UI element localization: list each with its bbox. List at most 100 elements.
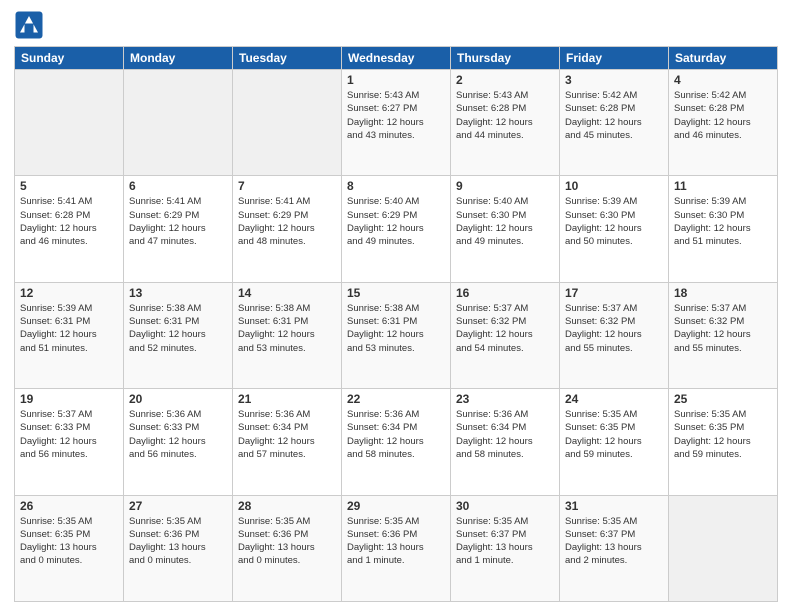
day-number: 1 xyxy=(347,73,445,87)
week-row-3: 12 Sunrise: 5:39 AM Sunset: 6:31 PM Dayli… xyxy=(15,282,778,388)
day-info: Sunrise: 5:35 AM Sunset: 6:35 PM Dayligh… xyxy=(20,515,118,568)
calendar-cell: 30 Sunrise: 5:35 AM Sunset: 6:37 PM Dayli… xyxy=(451,495,560,601)
day-number: 10 xyxy=(565,179,663,193)
calendar-cell: 2 Sunrise: 5:43 AM Sunset: 6:28 PM Daylig… xyxy=(451,70,560,176)
logo xyxy=(14,10,48,40)
day-number: 5 xyxy=(20,179,118,193)
day-info: Sunrise: 5:40 AM Sunset: 6:29 PM Dayligh… xyxy=(347,195,445,248)
calendar: SundayMondayTuesdayWednesdayThursdayFrid… xyxy=(14,46,778,602)
day-number: 6 xyxy=(129,179,227,193)
day-number: 18 xyxy=(674,286,772,300)
day-info: Sunrise: 5:41 AM Sunset: 6:29 PM Dayligh… xyxy=(238,195,336,248)
day-number: 23 xyxy=(456,392,554,406)
weekday-header-row: SundayMondayTuesdayWednesdayThursdayFrid… xyxy=(15,47,778,70)
calendar-cell: 28 Sunrise: 5:35 AM Sunset: 6:36 PM Dayli… xyxy=(233,495,342,601)
calendar-cell: 5 Sunrise: 5:41 AM Sunset: 6:28 PM Daylig… xyxy=(15,176,124,282)
calendar-cell: 16Sunrise: 5:37 AM Sunset: 6:32 PM Dayli… xyxy=(451,282,560,388)
calendar-cell: 21 Sunrise: 5:36 AM Sunset: 6:34 PM Dayli… xyxy=(233,389,342,495)
calendar-cell: 14 Sunrise: 5:38 AM Sunset: 6:31 PM Dayli… xyxy=(233,282,342,388)
calendar-cell: 9Sunrise: 5:40 AM Sunset: 6:30 PM Daylig… xyxy=(451,176,560,282)
day-info: Sunrise: 5:35 AM Sunset: 6:37 PM Dayligh… xyxy=(456,515,554,568)
day-number: 13 xyxy=(129,286,227,300)
day-info: Sunrise: 5:42 AM Sunset: 6:28 PM Dayligh… xyxy=(565,89,663,142)
weekday-header-sunday: Sunday xyxy=(15,47,124,70)
day-number: 4 xyxy=(674,73,772,87)
day-number: 29 xyxy=(347,499,445,513)
calendar-cell: 17Sunrise: 5:37 AM Sunset: 6:32 PM Dayli… xyxy=(560,282,669,388)
day-info: Sunrise: 5:41 AM Sunset: 6:28 PM Dayligh… xyxy=(20,195,118,248)
day-number: 8 xyxy=(347,179,445,193)
calendar-cell: 20Sunrise: 5:36 AM Sunset: 6:33 PM Dayli… xyxy=(124,389,233,495)
week-row-1: 1Sunrise: 5:43 AM Sunset: 6:27 PM Daylig… xyxy=(15,70,778,176)
calendar-cell xyxy=(233,70,342,176)
calendar-cell xyxy=(124,70,233,176)
calendar-cell: 1Sunrise: 5:43 AM Sunset: 6:27 PM Daylig… xyxy=(342,70,451,176)
calendar-cell: 23 Sunrise: 5:36 AM Sunset: 6:34 PM Dayli… xyxy=(451,389,560,495)
week-row-2: 5 Sunrise: 5:41 AM Sunset: 6:28 PM Daylig… xyxy=(15,176,778,282)
day-number: 22 xyxy=(347,392,445,406)
day-info: Sunrise: 5:38 AM Sunset: 6:31 PM Dayligh… xyxy=(238,302,336,355)
calendar-cell xyxy=(15,70,124,176)
calendar-cell: 8 Sunrise: 5:40 AM Sunset: 6:29 PM Daylig… xyxy=(342,176,451,282)
calendar-cell: 26Sunrise: 5:35 AM Sunset: 6:35 PM Dayli… xyxy=(15,495,124,601)
day-number: 3 xyxy=(565,73,663,87)
day-info: Sunrise: 5:35 AM Sunset: 6:36 PM Dayligh… xyxy=(238,515,336,568)
day-info: Sunrise: 5:40 AM Sunset: 6:30 PM Dayligh… xyxy=(456,195,554,248)
calendar-cell: 10 Sunrise: 5:39 AM Sunset: 6:30 PM Dayli… xyxy=(560,176,669,282)
day-info: Sunrise: 5:35 AM Sunset: 6:37 PM Dayligh… xyxy=(565,515,663,568)
day-number: 28 xyxy=(238,499,336,513)
calendar-cell: 12 Sunrise: 5:39 AM Sunset: 6:31 PM Dayli… xyxy=(15,282,124,388)
day-info: Sunrise: 5:39 AM Sunset: 6:30 PM Dayligh… xyxy=(565,195,663,248)
day-number: 25 xyxy=(674,392,772,406)
calendar-cell: 3 Sunrise: 5:42 AM Sunset: 6:28 PM Daylig… xyxy=(560,70,669,176)
calendar-cell: 25Sunrise: 5:35 AM Sunset: 6:35 PM Dayli… xyxy=(669,389,778,495)
calendar-cell: 24 Sunrise: 5:35 AM Sunset: 6:35 PM Dayli… xyxy=(560,389,669,495)
calendar-cell: 4 Sunrise: 5:42 AM Sunset: 6:28 PM Daylig… xyxy=(669,70,778,176)
day-number: 15 xyxy=(347,286,445,300)
day-number: 24 xyxy=(565,392,663,406)
day-info: Sunrise: 5:36 AM Sunset: 6:34 PM Dayligh… xyxy=(238,408,336,461)
calendar-cell: 22 Sunrise: 5:36 AM Sunset: 6:34 PM Dayli… xyxy=(342,389,451,495)
weekday-header-friday: Friday xyxy=(560,47,669,70)
day-info: Sunrise: 5:38 AM Sunset: 6:31 PM Dayligh… xyxy=(129,302,227,355)
calendar-cell: 6 Sunrise: 5:41 AM Sunset: 6:29 PM Daylig… xyxy=(124,176,233,282)
weekday-header-thursday: Thursday xyxy=(451,47,560,70)
header xyxy=(14,10,778,40)
day-number: 21 xyxy=(238,392,336,406)
day-number: 12 xyxy=(20,286,118,300)
day-number: 30 xyxy=(456,499,554,513)
day-number: 19 xyxy=(20,392,118,406)
day-number: 2 xyxy=(456,73,554,87)
calendar-cell: 27Sunrise: 5:35 AM Sunset: 6:36 PM Dayli… xyxy=(124,495,233,601)
main-container: SundayMondayTuesdayWednesdayThursdayFrid… xyxy=(0,0,792,612)
calendar-cell: 7Sunrise: 5:41 AM Sunset: 6:29 PM Daylig… xyxy=(233,176,342,282)
day-info: Sunrise: 5:38 AM Sunset: 6:31 PM Dayligh… xyxy=(347,302,445,355)
calendar-cell: 13 Sunrise: 5:38 AM Sunset: 6:31 PM Dayli… xyxy=(124,282,233,388)
logo-icon xyxy=(14,10,44,40)
day-info: Sunrise: 5:39 AM Sunset: 6:31 PM Dayligh… xyxy=(20,302,118,355)
calendar-cell: 29 Sunrise: 5:35 AM Sunset: 6:36 PM Dayli… xyxy=(342,495,451,601)
day-info: Sunrise: 5:35 AM Sunset: 6:36 PM Dayligh… xyxy=(347,515,445,568)
calendar-cell: 15 Sunrise: 5:38 AM Sunset: 6:31 PM Dayli… xyxy=(342,282,451,388)
day-number: 11 xyxy=(674,179,772,193)
calendar-cell: 19 Sunrise: 5:37 AM Sunset: 6:33 PM Dayli… xyxy=(15,389,124,495)
calendar-cell: 18 Sunrise: 5:37 AM Sunset: 6:32 PM Dayli… xyxy=(669,282,778,388)
weekday-header-wednesday: Wednesday xyxy=(342,47,451,70)
weekday-header-tuesday: Tuesday xyxy=(233,47,342,70)
day-info: Sunrise: 5:37 AM Sunset: 6:32 PM Dayligh… xyxy=(456,302,554,355)
day-info: Sunrise: 5:37 AM Sunset: 6:32 PM Dayligh… xyxy=(674,302,772,355)
day-info: Sunrise: 5:37 AM Sunset: 6:33 PM Dayligh… xyxy=(20,408,118,461)
day-info: Sunrise: 5:41 AM Sunset: 6:29 PM Dayligh… xyxy=(129,195,227,248)
calendar-cell: 31Sunrise: 5:35 AM Sunset: 6:37 PM Dayli… xyxy=(560,495,669,601)
day-number: 27 xyxy=(129,499,227,513)
day-number: 14 xyxy=(238,286,336,300)
calendar-cell: 11Sunrise: 5:39 AM Sunset: 6:30 PM Dayli… xyxy=(669,176,778,282)
day-info: Sunrise: 5:36 AM Sunset: 6:34 PM Dayligh… xyxy=(456,408,554,461)
week-row-4: 19 Sunrise: 5:37 AM Sunset: 6:33 PM Dayli… xyxy=(15,389,778,495)
day-info: Sunrise: 5:42 AM Sunset: 6:28 PM Dayligh… xyxy=(674,89,772,142)
day-info: Sunrise: 5:43 AM Sunset: 6:28 PM Dayligh… xyxy=(456,89,554,142)
day-info: Sunrise: 5:37 AM Sunset: 6:32 PM Dayligh… xyxy=(565,302,663,355)
day-info: Sunrise: 5:36 AM Sunset: 6:33 PM Dayligh… xyxy=(129,408,227,461)
day-info: Sunrise: 5:35 AM Sunset: 6:35 PM Dayligh… xyxy=(565,408,663,461)
day-info: Sunrise: 5:36 AM Sunset: 6:34 PM Dayligh… xyxy=(347,408,445,461)
